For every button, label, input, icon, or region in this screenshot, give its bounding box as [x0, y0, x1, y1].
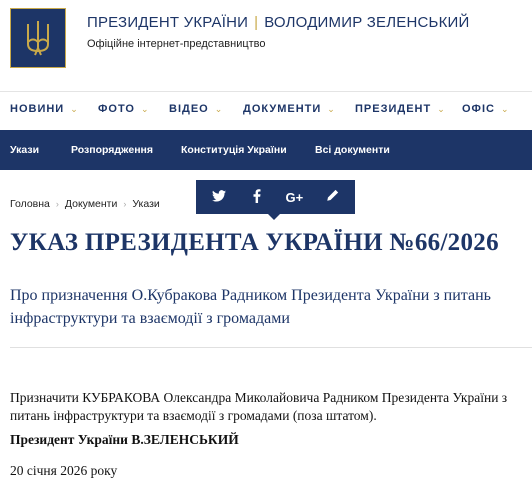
document-lead: Про призначення О.Кубракова Радником Пре…	[10, 287, 491, 327]
nav-item-video[interactable]: ВІДЕО ⌄	[169, 103, 223, 115]
chevron-down-icon: ⌄	[327, 103, 336, 114]
nav-item-label: ПРЕЗИДЕНТ	[355, 103, 432, 115]
breadcrumb-decrees[interactable]: Укази	[132, 198, 159, 210]
document-signature: Президент України В.ЗЕЛЕНСЬКИЙ	[10, 432, 239, 447]
page-title: УКАЗ ПРЕЗИДЕНТА УКРАЇНИ №66/2026	[10, 229, 499, 256]
breadcrumb-documents[interactable]: Документи	[65, 198, 117, 210]
pencil-icon[interactable]	[317, 189, 347, 205]
share-toolbar: G+	[196, 180, 355, 214]
main-navigation: НОВИНИ ⌄ ФОТО ⌄ ВІДЕО ⌄ ДОКУМЕНТИ ⌄ ПРЕЗИДЕН…	[0, 91, 532, 127]
nav-item-label: ФОТО	[98, 103, 135, 115]
site-title-name: ВОЛОДИМИР ЗЕЛЕНСЬКИЙ	[264, 14, 470, 31]
chevron-down-icon: ⌄	[437, 103, 446, 114]
breadcrumb: Головна › Документи › Укази	[10, 198, 160, 210]
nav-item-news[interactable]: НОВИНИ ⌄	[10, 103, 79, 115]
nav-item-photo[interactable]: ФОТО ⌄	[98, 103, 150, 115]
subnav-item-orders[interactable]: Розпорядження	[71, 144, 153, 156]
nav-item-label: НОВИНИ	[10, 103, 65, 115]
site-title-president: ПРЕЗИДЕНТ УКРАЇНИ	[87, 14, 249, 31]
share-toolbar-pointer	[268, 214, 280, 220]
site-header: ПРЕЗИДЕНТ УКРАЇНИ | ВОЛОДИМИР ЗЕЛЕНСЬКИЙ О…	[0, 0, 532, 84]
chevron-right-icon: ›	[123, 199, 127, 209]
chevron-down-icon: ⌄	[140, 103, 150, 114]
document-body: Призначити КУБРАКОВА Олександра Миколайо…	[10, 390, 508, 423]
site-title[interactable]: ПРЕЗИДЕНТ УКРАЇНИ | ВОЛОДИМИР ЗЕЛЕНСЬКИЙ	[87, 14, 470, 31]
nav-item-label: ОФІС	[462, 103, 495, 115]
twitter-icon[interactable]	[204, 189, 234, 205]
nav-item-documents[interactable]: ДОКУМЕНТИ ⌄	[243, 103, 336, 115]
site-subtitle: Офіційне інтернет-представництво	[87, 38, 266, 50]
facebook-icon[interactable]	[242, 188, 272, 206]
chevron-down-icon: ⌄	[214, 103, 224, 114]
divider	[10, 347, 532, 348]
trident-coat-of-arms-icon[interactable]	[10, 8, 66, 68]
subnav-item-all-documents[interactable]: Всі документи	[315, 144, 390, 156]
nav-item-label: ВІДЕО	[169, 103, 209, 115]
chevron-right-icon: ›	[55, 199, 59, 209]
subnav-item-decrees[interactable]: Укази	[10, 144, 39, 156]
breadcrumb-home[interactable]: Головна	[10, 198, 50, 210]
documents-subnavigation: Укази Розпорядження Конституція України …	[0, 130, 532, 170]
site-title-separator: |	[254, 14, 259, 31]
subnav-item-constitution[interactable]: Конституція України	[181, 144, 287, 156]
document-date: 20 січня 2026 року	[10, 463, 118, 478]
chevron-down-icon: ⌄	[70, 103, 79, 114]
nav-item-president[interactable]: ПРЕЗИДЕНТ ⌄	[355, 103, 446, 115]
nav-item-office[interactable]: ОФІС ⌄	[462, 103, 510, 115]
chevron-down-icon: ⌄	[500, 103, 510, 114]
google-plus-icon[interactable]: G+	[279, 190, 309, 205]
nav-item-label: ДОКУМЕНТИ	[243, 103, 322, 115]
